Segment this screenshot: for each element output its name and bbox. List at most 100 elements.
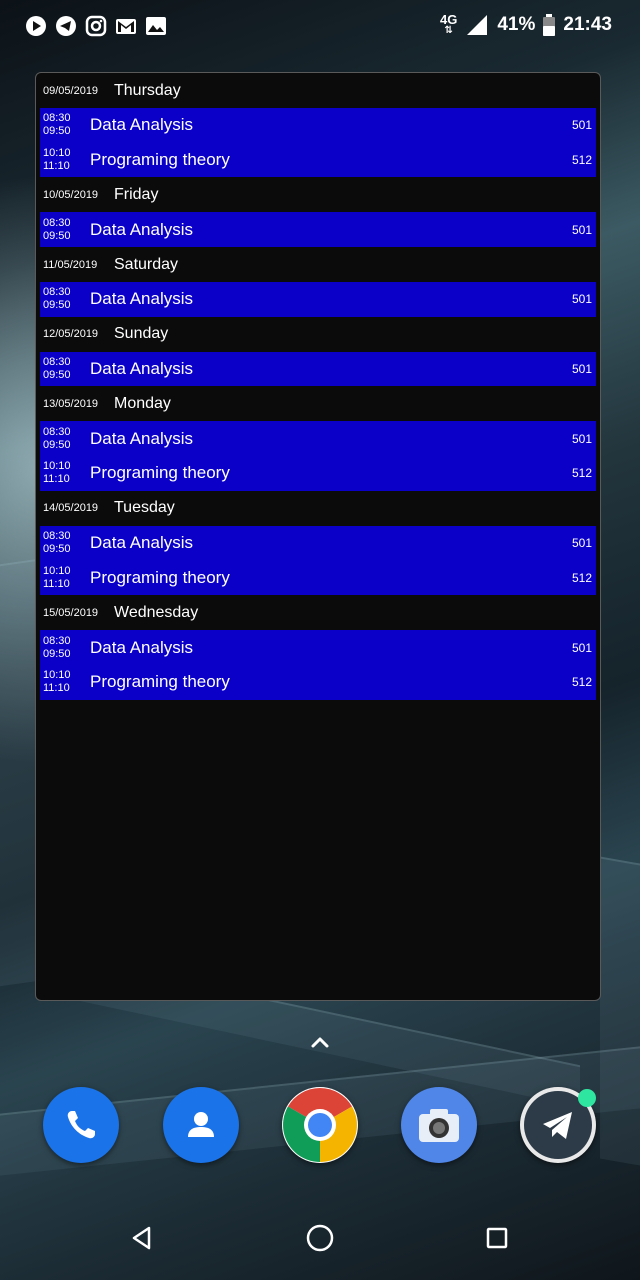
lesson-start-time: 08:30 bbox=[43, 286, 71, 299]
day-name: Tuesday bbox=[114, 499, 175, 517]
lesson-end-time: 09:50 bbox=[43, 369, 71, 382]
day-date: 10/05/2019 bbox=[43, 188, 99, 201]
lesson-subject: Programing theory bbox=[90, 567, 230, 587]
day-header: 10/05/2019 Friday bbox=[36, 177, 600, 212]
day-date: 15/05/2019 bbox=[43, 606, 99, 619]
back-button[interactable] bbox=[126, 1222, 158, 1254]
lesson-times: 10:10 11:10 bbox=[40, 669, 86, 695]
schedule-list[interactable]: 09/05/2019 Thursday 08:30 09:50 Data Analysi… bbox=[36, 73, 600, 700]
lesson-start-time: 08:30 bbox=[43, 356, 71, 369]
lesson-times: 08:30 09:50 bbox=[40, 112, 86, 138]
lesson-subject: Data Analysis bbox=[90, 289, 193, 309]
lesson-subject: Programing theory bbox=[90, 150, 230, 170]
gmail-icon bbox=[114, 14, 138, 38]
lesson-end-time: 09:50 bbox=[43, 299, 71, 312]
contacts-icon bbox=[188, 1112, 214, 1137]
notification-badge bbox=[578, 1089, 596, 1107]
lesson-start-time: 10:10 bbox=[43, 564, 71, 577]
day-header: 14/05/2019 Tuesday bbox=[36, 491, 600, 526]
day-header: 11/05/2019 Saturday bbox=[36, 247, 600, 282]
lesson-end-time: 09:50 bbox=[43, 543, 71, 556]
back-icon bbox=[132, 1226, 151, 1250]
gallery-icon bbox=[144, 14, 168, 38]
lesson-row[interactable]: 10:10 11:10 Programing theory 512 bbox=[40, 143, 596, 178]
lesson-row[interactable]: 08:30 09:50 Data Analysis 501 bbox=[40, 352, 596, 387]
lesson-room: 512 bbox=[571, 570, 592, 585]
network-type: 4G bbox=[440, 12, 458, 27]
battery-icon bbox=[543, 14, 556, 36]
telegram-app[interactable] bbox=[520, 1087, 596, 1163]
home-icon bbox=[306, 1224, 334, 1252]
contacts-app[interactable] bbox=[163, 1087, 239, 1163]
day-name: Monday bbox=[114, 394, 171, 412]
lesson-group: 08:30 09:50 Data Analysis 501 bbox=[40, 351, 596, 387]
lesson-row[interactable]: 08:30 09:50 Data Analysis 501 bbox=[40, 282, 596, 317]
lesson-subject: Data Analysis bbox=[90, 533, 193, 553]
lesson-times: 08:30 09:50 bbox=[40, 286, 86, 312]
lesson-room: 501 bbox=[571, 536, 592, 551]
lesson-times: 10:10 11:10 bbox=[40, 460, 86, 486]
lesson-room: 501 bbox=[571, 362, 592, 377]
day-name: Thursday bbox=[114, 81, 181, 99]
recents-button[interactable] bbox=[481, 1222, 513, 1254]
day-name: Friday bbox=[114, 185, 159, 203]
app-dock bbox=[0, 1087, 640, 1163]
lesson-times: 08:30 09:50 bbox=[40, 426, 86, 452]
day-header: 09/05/2019 Thursday bbox=[36, 73, 600, 108]
lesson-room: 512 bbox=[571, 675, 592, 690]
lesson-start-time: 08:30 bbox=[43, 112, 71, 125]
phone-app[interactable] bbox=[43, 1087, 119, 1163]
day-header: 12/05/2019 Sunday bbox=[36, 317, 600, 352]
navigation-bar bbox=[0, 1210, 640, 1266]
play-icon bbox=[24, 14, 48, 38]
lesson-start-time: 08:30 bbox=[43, 634, 71, 647]
lesson-subject: Data Analysis bbox=[90, 219, 193, 239]
camera-app[interactable] bbox=[401, 1087, 477, 1163]
telegram-icon bbox=[54, 14, 78, 38]
chrome-app[interactable] bbox=[282, 1087, 358, 1163]
lesson-row[interactable]: 10:10 11:10 Programing theory 512 bbox=[40, 665, 596, 700]
status-bar: 4G ⇅ 41% 21:43 bbox=[0, 0, 640, 56]
lesson-row[interactable]: 08:30 09:50 Data Analysis 501 bbox=[40, 421, 596, 456]
lesson-times: 08:30 09:50 bbox=[40, 217, 86, 243]
lesson-start-time: 10:10 bbox=[43, 669, 71, 682]
day-name: Sunday bbox=[114, 325, 169, 343]
schedule-widget[interactable]: 09/05/2019 Thursday 08:30 09:50 Data Analysi… bbox=[35, 72, 601, 1001]
day-name: Saturday bbox=[114, 255, 179, 273]
lesson-row[interactable]: 10:10 11:10 Programing theory 512 bbox=[40, 561, 596, 596]
day-header: 13/05/2019 Monday bbox=[36, 386, 600, 421]
lesson-group: 08:30 09:50 Data Analysis 501 10:10 11:10 Prog… bbox=[40, 525, 596, 596]
lesson-row[interactable]: 08:30 09:50 Data Analysis 501 bbox=[40, 630, 596, 665]
lesson-group: 08:30 09:50 Data Analysis 501 bbox=[40, 282, 596, 317]
lesson-subject: Data Analysis bbox=[90, 359, 193, 379]
instagram-icon bbox=[84, 14, 108, 38]
lesson-end-time: 11:10 bbox=[43, 682, 70, 695]
lesson-row[interactable]: 08:30 09:50 Data Analysis 501 bbox=[40, 526, 596, 561]
lesson-times: 08:30 09:50 bbox=[40, 530, 86, 556]
home-button[interactable] bbox=[304, 1222, 336, 1254]
lesson-subject: Data Analysis bbox=[90, 115, 193, 135]
lesson-room: 501 bbox=[571, 222, 592, 237]
lesson-room: 501 bbox=[571, 431, 592, 446]
lesson-row[interactable]: 08:30 09:50 Data Analysis 501 bbox=[40, 212, 596, 247]
chevron-up-icon[interactable] bbox=[308, 1032, 332, 1052]
recents-icon bbox=[486, 1227, 508, 1249]
lesson-times: 08:30 09:50 bbox=[40, 356, 86, 382]
lesson-times: 10:10 11:10 bbox=[40, 565, 86, 591]
lesson-end-time: 09:50 bbox=[43, 438, 71, 451]
lesson-times: 10:10 11:10 bbox=[40, 147, 86, 173]
lesson-end-time: 09:50 bbox=[43, 125, 71, 138]
lesson-end-time: 09:50 bbox=[43, 647, 71, 660]
day-date: 11/05/2019 bbox=[43, 258, 98, 271]
battery-percent: 41% bbox=[497, 14, 536, 35]
lesson-subject: Data Analysis bbox=[90, 428, 193, 448]
lesson-row[interactable]: 08:30 09:50 Data Analysis 501 bbox=[40, 108, 596, 143]
lesson-group: 08:30 09:50 Data Analysis 501 10:10 11:10 Prog… bbox=[40, 630, 596, 700]
lesson-room: 501 bbox=[571, 292, 592, 307]
lesson-subject: Programing theory bbox=[90, 672, 230, 692]
lesson-row[interactable]: 10:10 11:10 Programing theory 512 bbox=[40, 456, 596, 491]
day-name: Wednesday bbox=[114, 603, 199, 621]
lesson-subject: Data Analysis bbox=[90, 637, 193, 657]
phone-icon bbox=[67, 1111, 95, 1139]
telegram-icon bbox=[543, 1112, 572, 1139]
